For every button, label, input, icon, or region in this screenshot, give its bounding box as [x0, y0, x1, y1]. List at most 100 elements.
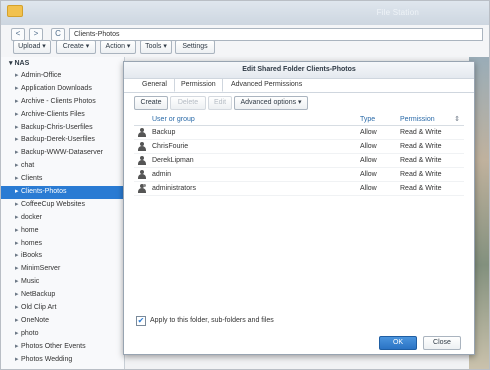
expand-arrow-icon[interactable]: ▸: [15, 199, 19, 212]
create-button[interactable]: Create ▾: [56, 40, 96, 54]
expand-arrow-icon[interactable]: ▸: [15, 70, 19, 83]
tree-item[interactable]: ▸ photo: [1, 328, 124, 341]
tree-item[interactable]: ▸ Admin-Office: [1, 70, 124, 83]
row-type: Allow: [360, 129, 377, 136]
expand-arrow-icon[interactable]: ▸: [15, 96, 19, 109]
table-row[interactable]: DerekLipman Allow Read & Write: [134, 154, 464, 168]
tree-item[interactable]: ▸ MinimServer: [1, 263, 124, 276]
close-button[interactable]: Close: [423, 336, 461, 350]
expand-arrow-icon[interactable]: ▸: [15, 276, 19, 289]
column-user-or-group[interactable]: User or group: [152, 114, 195, 125]
tab-permission[interactable]: Permission: [174, 78, 223, 92]
table-row[interactable]: Backup Allow Read & Write: [134, 126, 464, 140]
tree-item[interactable]: ▸ iBooks: [1, 250, 124, 263]
folder-icon: [7, 5, 23, 17]
expand-arrow-icon[interactable]: ▸: [15, 289, 19, 302]
tab-advanced-permissions[interactable]: Advanced Permissions: [231, 79, 302, 91]
column-type[interactable]: Type: [360, 114, 375, 125]
create-permission-button[interactable]: Create: [134, 96, 168, 110]
tools-button[interactable]: Tools ▾: [140, 40, 172, 54]
tree-item-label: Archive-Clients Files: [21, 110, 85, 118]
tree-item[interactable]: ▸ NetBackup: [1, 289, 124, 302]
apply-subfolders-checkbox[interactable]: ✔: [136, 316, 146, 326]
table-row[interactable]: administrators Allow Read & Write: [134, 182, 464, 196]
title-bar: File Station: [1, 1, 489, 25]
tree-item[interactable]: ▸ Backup-Derek-Userfiles: [1, 134, 124, 147]
tree-item-label: Music: [21, 278, 40, 286]
tree-item[interactable]: ▸ Music: [1, 276, 124, 289]
row-user-name: ChrisFourie: [152, 143, 189, 150]
tree-item[interactable]: ▸ OneNote: [1, 315, 124, 328]
row-permission: Read & Write: [400, 129, 442, 136]
tree-item[interactable]: ▸ Old Clip Art: [1, 302, 124, 315]
upload-button[interactable]: Upload ▾: [13, 40, 51, 54]
table-row[interactable]: ChrisFourie Allow Read & Write: [134, 140, 464, 154]
table-row[interactable]: admin Allow Read & Write: [134, 168, 464, 182]
tree-item-label: Application Downloads: [21, 84, 92, 92]
expand-arrow-icon[interactable]: ▸: [15, 238, 19, 251]
row-permission: Read & Write: [400, 185, 442, 192]
tree-item-label: Old Clip Art: [21, 304, 57, 312]
expand-arrow-icon[interactable]: ▸: [15, 109, 19, 122]
tree-item[interactable]: ▸ homes: [1, 238, 124, 251]
expand-arrow-icon[interactable]: ▸: [15, 212, 19, 225]
tree-item-label: photo: [21, 329, 39, 337]
expand-arrow-icon[interactable]: ▸: [15, 147, 19, 160]
dialog-tabs: General Permission Advanced Permissions: [124, 78, 474, 93]
expand-arrow-icon[interactable]: ▸: [15, 354, 19, 367]
app-title: File Station: [376, 8, 419, 17]
expand-arrow-icon[interactable]: ▸: [15, 122, 19, 135]
expand-arrow-icon[interactable]: ▸: [15, 160, 19, 173]
tree-root-nas[interactable]: ▾ NAS: [1, 57, 124, 70]
tree-item-label: Photos Wedding: [21, 355, 73, 363]
expand-arrow-icon[interactable]: ▸: [15, 263, 19, 276]
tree-item[interactable]: ▸ Archive-Clients Files: [1, 109, 124, 122]
tree-item-label: home: [21, 226, 39, 234]
tree-item[interactable]: ▸ Clients: [1, 173, 124, 186]
dialog-title: Edit Shared Folder Clients-Photos: [124, 62, 474, 79]
expand-arrow-icon[interactable]: ▸: [15, 83, 19, 96]
action-button[interactable]: Action ▾: [100, 40, 136, 54]
user-icon: [138, 128, 146, 137]
settings-button[interactable]: Settings: [175, 40, 215, 54]
expand-arrow-icon[interactable]: ▸: [15, 302, 19, 315]
row-type: Allow: [360, 143, 377, 150]
expand-arrow-icon[interactable]: ▸: [15, 134, 19, 147]
tree-item[interactable]: ▸ Backup-WWW-Dataserver: [1, 147, 124, 160]
file-station-window: File Station < > C Clients-Photos Upload…: [0, 0, 490, 370]
ok-button[interactable]: OK: [379, 336, 417, 350]
column-permission[interactable]: Permission: [400, 114, 435, 125]
advanced-options-button[interactable]: Advanced options ▾: [234, 96, 308, 110]
permission-table: User or group Type Permission ⇕ Backup A…: [134, 114, 464, 196]
expand-arrow-icon[interactable]: ▸: [15, 225, 19, 238]
tree-item[interactable]: ▸ CoffeeCup Websites: [1, 199, 124, 212]
tree-item[interactable]: ▸ Photos Wedding: [1, 354, 124, 367]
tree-item[interactable]: ▸ Archive - Clients Photos: [1, 96, 124, 109]
column-menu-icon[interactable]: ⇕: [454, 114, 460, 125]
tree-item-label: Backup-Chris-Userfiles: [21, 123, 93, 131]
expand-arrow-icon[interactable]: ▸: [15, 328, 19, 341]
user-icon: [138, 142, 146, 151]
tree-item[interactable]: ▸ Backup-Chris-Userfiles: [1, 122, 124, 135]
tree-item[interactable]: ▸ Application Downloads: [1, 83, 124, 96]
tree-item[interactable]: ▸ Photos Other Events: [1, 341, 124, 354]
expand-arrow-icon[interactable]: ▸: [15, 341, 19, 354]
tree-item-label: OneNote: [21, 316, 50, 324]
row-permission: Read & Write: [400, 171, 442, 178]
expand-arrow-icon[interactable]: ▸: [15, 173, 19, 186]
toolbar: Upload ▾ Create ▾ Action ▾ Tools ▾ Setti…: [1, 40, 489, 56]
row-user-name: Backup: [152, 129, 176, 136]
tree-item-label: iBooks: [21, 252, 43, 260]
tree-item[interactable]: ▸ Clients-Photos: [1, 186, 124, 199]
tab-general[interactable]: General: [142, 79, 167, 91]
tree-item[interactable]: ▸ chat: [1, 160, 124, 173]
user-icon: [138, 170, 146, 179]
delete-permission-button[interactable]: Delete: [170, 96, 206, 110]
expand-arrow-icon[interactable]: ▸: [15, 186, 19, 199]
tree-item[interactable]: ▸ home: [1, 225, 124, 238]
expand-arrow-icon[interactable]: ▸: [15, 250, 19, 263]
row-type: Allow: [360, 171, 377, 178]
edit-permission-button[interactable]: Edit: [208, 96, 232, 110]
expand-arrow-icon[interactable]: ▸: [15, 315, 19, 328]
tree-item[interactable]: ▸ docker: [1, 212, 124, 225]
